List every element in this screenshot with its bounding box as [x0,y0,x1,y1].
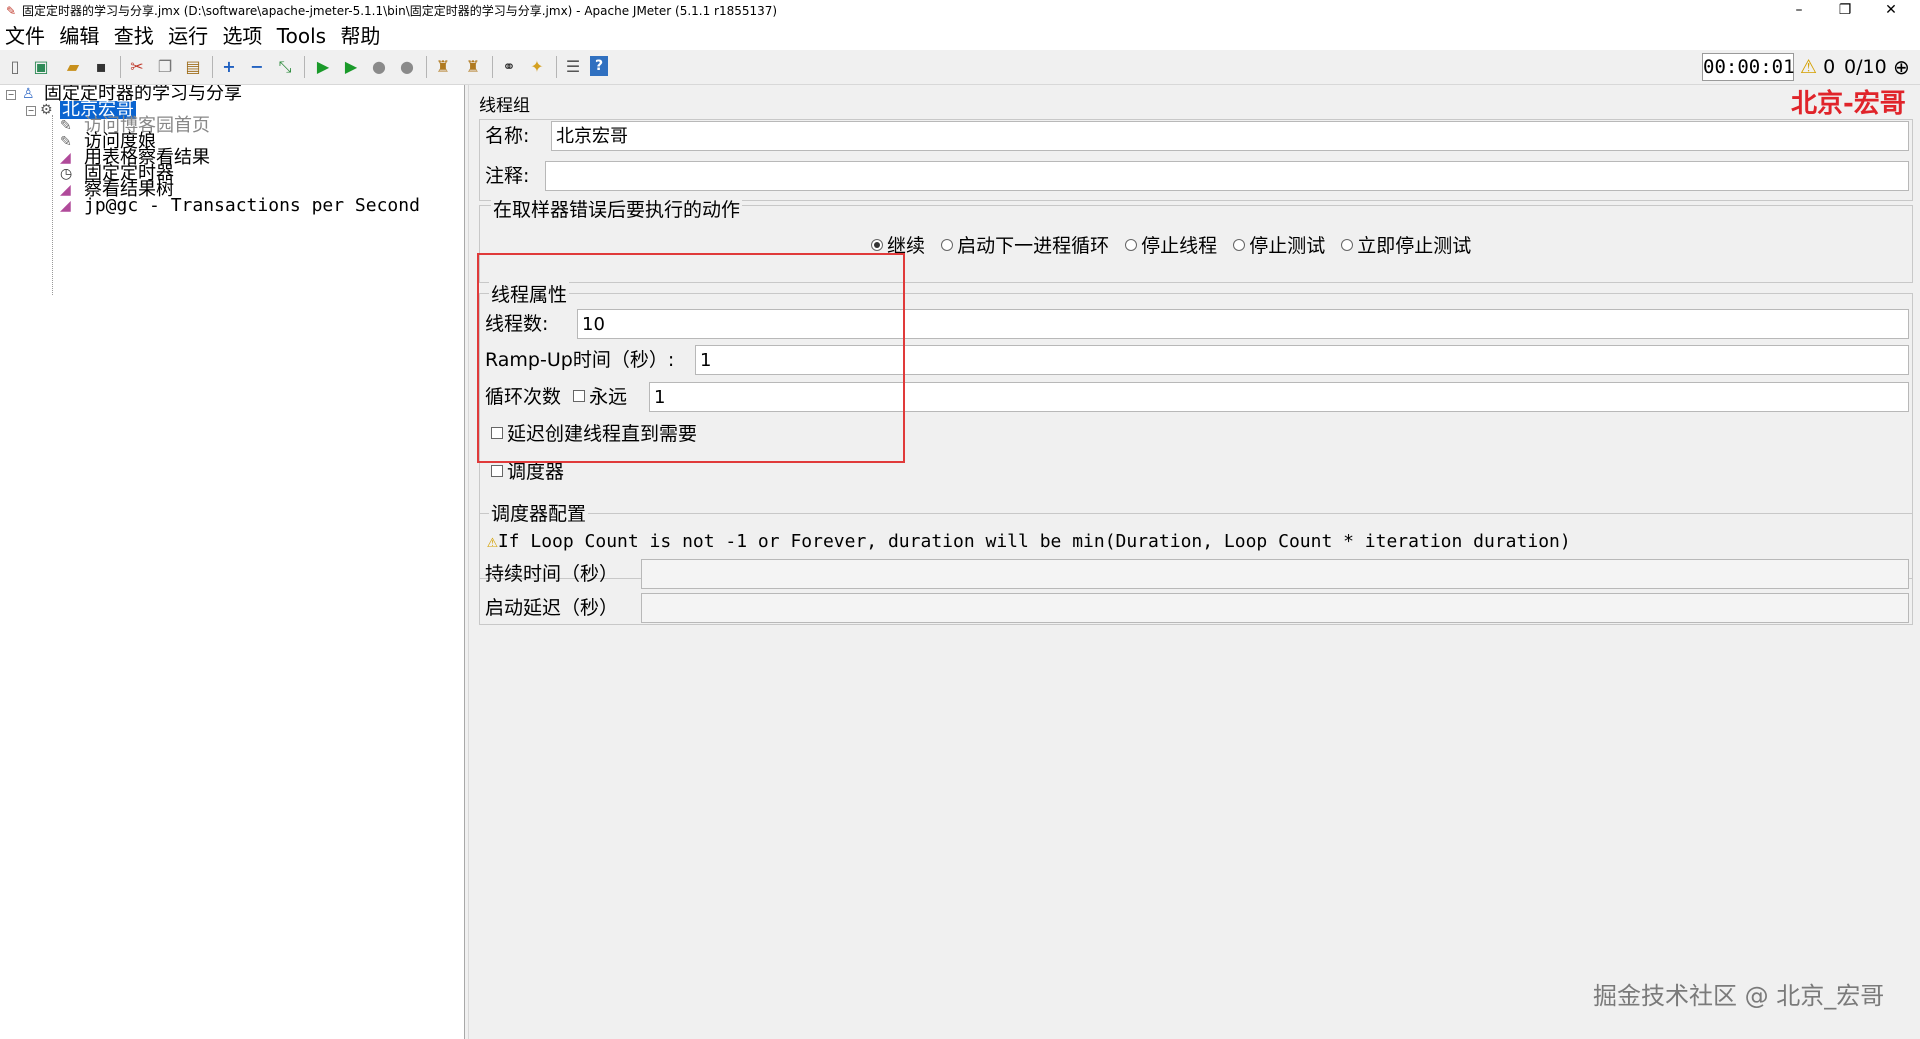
search-binoculars-icon[interactable]: ⚭ [498,56,520,78]
open-folder-icon[interactable]: ▰ [62,56,84,78]
menu-options[interactable]: 选项 [219,22,265,50]
comment-label: 注释: [485,165,530,187]
radio-selected-icon [871,238,883,251]
collapse-toggle-icon[interactable]: − [26,106,36,116]
startup-delay-input[interactable] [641,593,1909,623]
watermark: 掘金技术社区 @ 北京_宏哥 [1593,982,1885,1010]
brand-label: 北京-宏哥 [1791,89,1906,119]
name-label: 名称: [485,125,530,147]
paste-icon[interactable]: ▤ [182,56,204,78]
cut-icon[interactable]: ✂ [126,56,148,78]
radio-stop-test[interactable]: 停止测试 [1233,235,1325,257]
start-icon[interactable]: ▶ [312,56,334,78]
thread-group-panel: 线程组 北京-宏哥 名称: 北京宏哥 注释: 在取样器错误后要执行的动作 继续 … [468,85,1920,1039]
reset-search-icon[interactable]: ✦ [526,56,548,78]
collapse-icon[interactable]: − [246,56,268,78]
tree-item[interactable]: ◢ jp@gc - Transactions per Second [0,197,460,215]
help-icon[interactable]: ? [590,56,608,76]
duration-label: 持续时间（秒） [485,563,619,585]
jmeter-feather-icon: ✎ [6,4,17,18]
title-bar: ✎ 固定定时器的学习与分享.jmx (D:\software\apache-jm… [0,0,1920,22]
toggle-icon[interactable]: ⤡ [274,56,296,78]
warning-counter[interactable]: ⚠ 0 [1800,53,1835,81]
listener-chart-icon: ◢ [60,198,71,214]
error-action-radios: 继续 启动下一进程循环 停止线程 停止测试 立即停止测试 [871,231,1471,261]
radio-start-next-loop[interactable]: 启动下一进程循环 [941,235,1109,257]
clear-icon[interactable]: ♜ [432,56,454,78]
radio-empty-icon [1233,238,1246,251]
scheduler-config-title: 调度器配置 [489,499,589,529]
radio-empty-icon [1341,238,1354,251]
panel-header: 线程组 [479,96,530,116]
shutdown-icon[interactable]: ● [396,56,418,78]
name-input[interactable]: 北京宏哥 [551,121,1909,151]
templates-icon[interactable]: ▣ [30,56,52,78]
radio-empty-icon [941,238,954,251]
menu-run[interactable]: 运行 [165,22,211,50]
radio-stop-test-now[interactable]: 立即停止测试 [1341,235,1471,257]
comment-input[interactable] [545,161,1909,191]
radio-empty-icon [1125,238,1138,251]
warning-icon: ⚠ [1800,56,1818,78]
menu-file[interactable]: 文件 [2,22,48,50]
warning-icon: ⚠ [487,531,498,552]
restore-button[interactable]: ❐ [1822,0,1868,22]
startup-delay-label: 启动延迟（秒） [485,597,619,619]
menu-search[interactable]: 查找 [111,22,157,50]
clear-all-icon[interactable]: ♜ [462,56,484,78]
menu-help[interactable]: 帮助 [337,22,383,50]
elapsed-timer: 00:00:01 [1702,53,1795,81]
stop-icon[interactable]: ● [368,56,390,78]
error-action-title: 在取样器错误后要执行的动作 [491,195,743,225]
active-threads: 0/10 [1844,56,1887,78]
collapse-toggle-icon[interactable]: − [6,90,16,100]
duration-input[interactable] [641,559,1909,589]
scheduler-warning: ⚠If Loop Count is not -1 or Forever, dur… [487,531,1571,552]
expand-icon[interactable]: + [218,56,240,78]
checkbox-empty-icon [491,464,503,477]
warning-count: 0 [1823,56,1836,78]
function-helper-icon[interactable]: ☰ [562,56,584,78]
tree-item-label: jp@gc - Transactions per Second [84,195,420,216]
close-button[interactable]: ✕ [1868,0,1914,22]
new-icon[interactable]: ▯ [4,56,26,78]
remote-globe-icon[interactable]: ⊕ [1893,54,1910,80]
window-title: 固定定时器的学习与分享.jmx (D:\software\apache-jmet… [22,4,778,18]
menu-bar: 文件 编辑 查找 运行 选项 Tools 帮助 [0,22,1920,50]
save-icon[interactable]: ▪ [90,56,112,78]
menu-tools[interactable]: Tools [274,22,329,50]
copy-icon[interactable]: ❐ [154,56,176,78]
radio-stop-thread[interactable]: 停止线程 [1125,235,1217,257]
highlight-annotation-box [477,253,905,463]
test-plan-tree: − ♙ 固定定时器的学习与分享 − ⚙ 北京宏哥 ✎ 访问博客园首页 ✎ 访问度… [0,85,465,1039]
toolbar: ▯ ▣ ▰ ▪ ✂ ❐ ▤ + − ⤡ ▶ ▶ ● ● ♜ ♜ ⚭ ✦ ☰ ? [0,50,1920,85]
minimize-button[interactable]: – [1776,0,1822,22]
start-no-pauses-icon[interactable]: ▶ [340,56,362,78]
menu-edit[interactable]: 编辑 [56,22,102,50]
